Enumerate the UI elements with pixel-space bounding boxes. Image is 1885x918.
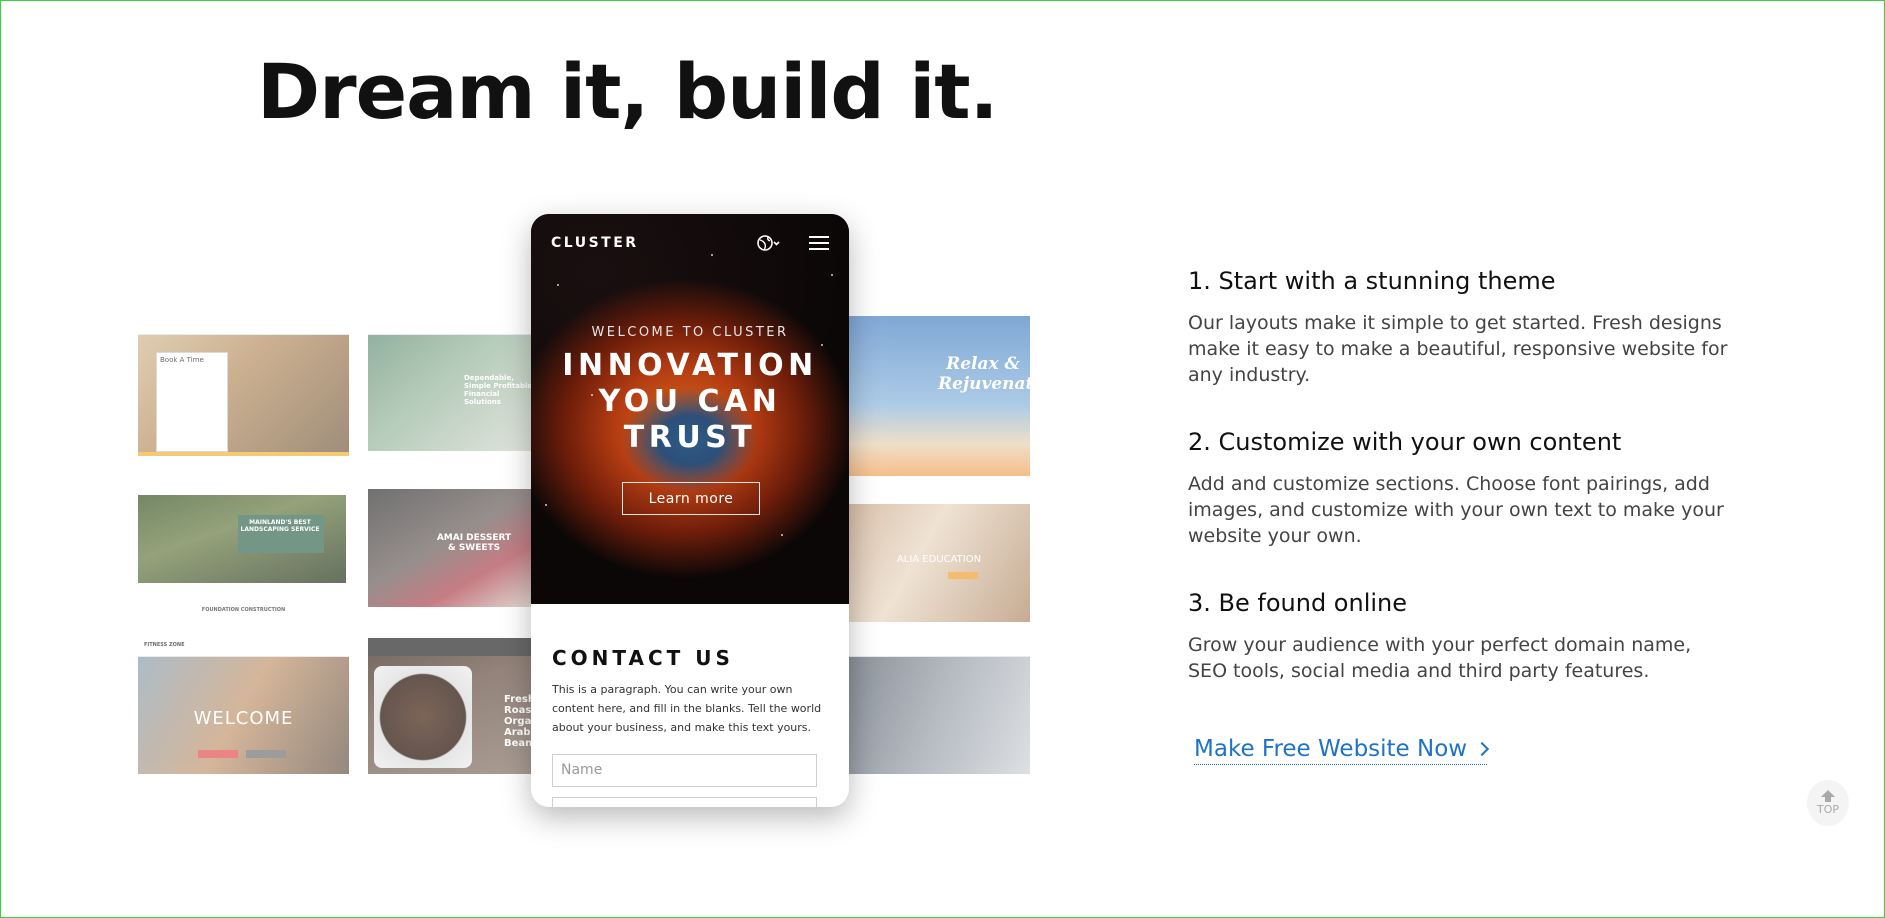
theme-thumbnail-spa[interactable]: Relax & Rejuvenate: [848, 316, 1030, 476]
phone-hero-title: INNOVATION YOU CAN TRUST: [531, 348, 849, 456]
hero-title-line-2: YOU CAN: [598, 384, 782, 419]
theme-thumbnail-fitness[interactable]: FITNESS ZONE WELCOME: [138, 638, 349, 774]
phone-hero: CLUSTER WELCOME TO CLUSTER INNOVATION YO…: [531, 214, 849, 604]
back-to-top-button[interactable]: TOP: [1807, 780, 1849, 826]
tile-text-spa: Relax & Rejuvenate: [938, 354, 1030, 394]
feature-title-2: 2. Customize with your own content: [1188, 428, 1622, 456]
globe-icon[interactable]: [756, 231, 780, 255]
feature-title-3: 3. Be found online: [1188, 589, 1408, 617]
hamburger-menu-icon[interactable]: [809, 234, 829, 252]
tile-text-welcome: WELCOME: [193, 708, 294, 729]
phone-welcome-text: WELCOME TO CLUSTER: [591, 325, 789, 340]
tile-text-education: ALIA EDUCATION: [896, 554, 982, 565]
tile-text-foundation: FOUNDATION CONSTRUCTION: [201, 607, 286, 613]
tile-text-fitness-brand: FITNESS ZONE: [144, 642, 185, 648]
make-free-website-link[interactable]: Make Free Website Now: [1194, 736, 1490, 765]
hero-title-line-1: INNOVATION: [562, 348, 818, 383]
theme-thumbnail-fashion[interactable]: [848, 638, 1030, 774]
contact-paragraph: This is a paragraph. You can write your …: [552, 683, 822, 734]
tile-text-financial: Dependable, Simple Profitable Financial …: [464, 374, 533, 406]
phone-logo: CLUSTER: [551, 235, 639, 251]
feature-title-1: 1. Start with a stunning theme: [1188, 267, 1556, 295]
feature-desc-2: Add and customize sections. Choose font …: [1188, 473, 1724, 547]
name-input[interactable]: Name: [552, 754, 817, 787]
theme-thumbnail-dessert[interactable]: AMAI DESSERT & SWEETS: [368, 471, 538, 607]
phone-mockup: CLUSTER WELCOME TO CLUSTER INNOVATION YO…: [531, 214, 849, 807]
feature-desc-1: Our layouts make it simple to get starte…: [1188, 312, 1728, 386]
page-headline: Dream it, build it.: [257, 47, 998, 136]
tile-text-landscaping: MAINLAND'S BEST LANDSCAPING SERVICE: [240, 519, 320, 533]
tile-text-dessert: AMAI DESSERT & SWEETS: [436, 533, 512, 553]
hero-title-line-3: TRUST: [623, 420, 757, 455]
tile-text-book: Book A Time: [160, 356, 204, 364]
contact-us-heading: CONTACT US: [552, 646, 734, 670]
theme-thumbnail-landscaping[interactable]: MAINLAND'S BEST LANDSCAPING SERVICE FOUN…: [138, 471, 349, 621]
theme-thumbnail-coffee[interactable]: Fresh, Roast Organ Arabic Beans: [368, 638, 538, 774]
feature-desc-3: Grow your audience with your perfect dom…: [1188, 634, 1692, 682]
second-input[interactable]: [552, 797, 817, 807]
theme-thumbnail-education[interactable]: ALIA EDUCATION: [848, 486, 1030, 622]
arrow-up-icon: [1821, 790, 1835, 802]
theme-thumbnail-book-a-time[interactable]: Book A Time: [138, 316, 349, 456]
theme-thumbnail-financial[interactable]: Dependable, Simple Profitable Financial …: [368, 316, 538, 451]
chevron-right-icon: [1475, 741, 1490, 757]
top-label: TOP: [1816, 803, 1839, 816]
learn-more-button[interactable]: Learn more: [622, 482, 760, 515]
cta-label: Make Free Website Now: [1194, 736, 1468, 762]
